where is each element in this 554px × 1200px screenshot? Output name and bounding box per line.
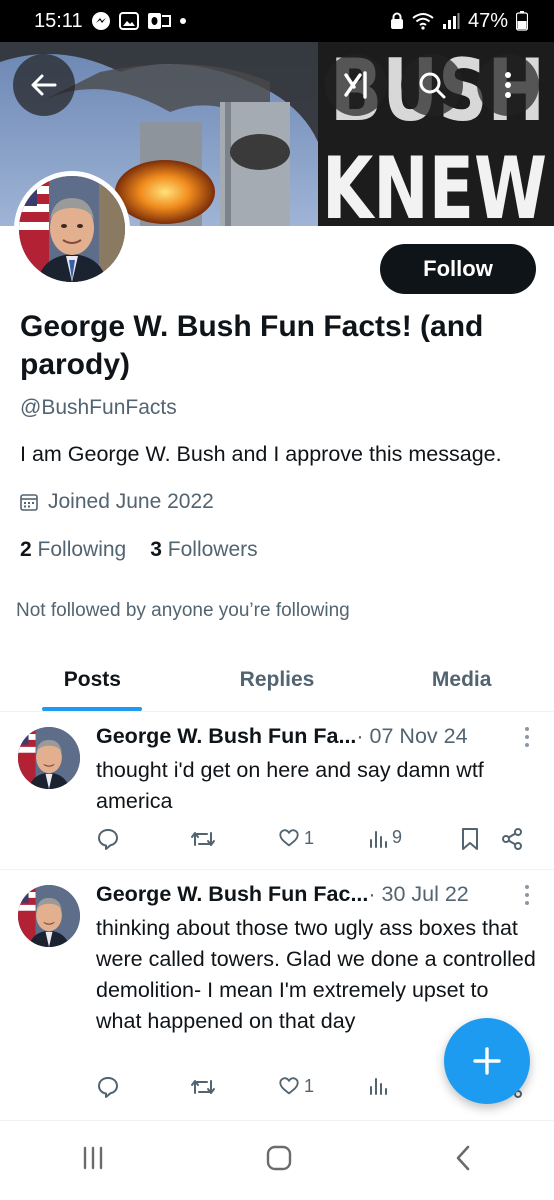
post-avatar-image [18,727,80,789]
profile-bio: I am George W. Bush and I approve this m… [20,442,502,466]
back-chevron-icon [457,1145,470,1171]
repost-button[interactable] [190,827,216,851]
views-icon [370,1078,387,1095]
reply-icon [98,1077,118,1098]
share-button[interactable] [500,827,524,851]
reply-button[interactable] [96,1075,120,1099]
calendar-icon [20,494,38,511]
followers-link[interactable]: 3 Followers [150,538,257,562]
joined-date: Joined June 2022 [20,490,214,514]
recent-apps-icon [83,1146,102,1170]
following-link[interactable]: 2 Following [20,538,126,562]
joined-text: Joined June 2022 [48,490,214,513]
share-icon [502,828,522,850]
battery-percent: 47% [467,9,508,32]
back-arrow-icon [31,74,57,96]
profile-tabs: Posts Replies Media [0,648,554,712]
following-label: Following [37,538,127,561]
like-count: 1 [304,1075,315,1096]
views-button[interactable] [368,1075,392,1095]
post-more-button[interactable] [524,726,530,754]
back-button[interactable] [13,54,75,116]
avatar-image [19,176,125,282]
post-actions: 1 9 [96,827,536,857]
follow-button[interactable]: Follow [380,244,536,294]
more-options-button[interactable] [477,54,539,116]
post-author-name[interactable]: George W. Bush Fun Fac... [96,882,368,907]
post-avatar[interactable] [18,885,80,947]
like-button[interactable]: 1 [278,1075,314,1097]
post-more-button[interactable] [524,884,530,912]
post-item[interactable]: George W. Bush Fun Fa... · 07 Nov 24 tho… [0,712,554,870]
heart-icon [279,1077,299,1095]
post-avatar[interactable] [18,727,80,789]
dot-icon [179,17,187,25]
search-button[interactable] [401,54,463,116]
profile-handle: @BushFunFacts [20,396,177,419]
profile-display-name: George W. Bush Fun Facts! (and parody) [20,310,484,381]
wifi-icon [412,12,434,30]
post-header: George W. Bush Fun Fac... · 30 Jul 22 [96,882,469,907]
messenger-icon [91,11,111,31]
plus-icon [473,1047,501,1075]
post-author-name[interactable]: George W. Bush Fun Fa... [96,724,356,749]
like-count: 1 [304,827,315,848]
gallery-icon [118,11,139,31]
views-icon [370,830,387,848]
tab-media[interactable]: Media [369,648,554,711]
follow-counts: 2 Following 3 Followers [20,538,258,562]
views-count: 9 [392,827,403,847]
repost-icon [191,832,215,846]
followers-count: 3 [150,538,162,561]
reply-button[interactable] [96,827,120,851]
home-icon [266,1145,292,1171]
home-button[interactable] [264,1143,294,1178]
recent-apps-button[interactable] [79,1144,107,1177]
search-icon [419,72,446,99]
post-text: thinking about those two ugly ass boxes … [96,916,536,1033]
followers-label: Followers [167,538,258,561]
system-nav-bar [0,1120,554,1200]
following-count: 2 [20,538,32,561]
bookmark-icon [462,828,478,850]
profile-avatar[interactable] [14,171,130,287]
post-text: thought i'd get on here and say damn wtf… [96,758,484,813]
views-button[interactable]: 9 [368,827,402,848]
more-vertical-icon [525,885,529,905]
repost-button[interactable] [190,1075,216,1099]
like-button[interactable]: 1 [278,827,314,849]
post-date: · 07 Nov 24 [356,724,468,748]
post-avatar-image [18,885,80,947]
grok-icon [344,71,367,99]
signal-icon [442,12,460,30]
more-vertical-icon [505,72,511,98]
post-header: George W. Bush Fun Fa... · 07 Nov 24 [96,724,468,749]
grok-button[interactable] [325,54,387,116]
outlook-icon [147,11,171,31]
battery-icon [516,11,528,31]
lock-icon [390,12,404,30]
tab-replies[interactable]: Replies [185,648,370,711]
reply-icon [98,829,118,850]
repost-icon [191,1080,215,1094]
post-date: · 30 Jul 22 [368,882,469,906]
status-right: 47% [390,10,528,33]
status-left: 15:11 [34,10,187,33]
bookmark-button[interactable] [460,827,480,851]
tab-posts[interactable]: Posts [0,648,185,711]
status-bar: 15:11 47% [0,0,554,42]
status-time: 15:11 [34,9,83,32]
not-followed-text: Not followed by anyone you’re following [16,600,350,621]
system-back-button[interactable] [451,1143,475,1178]
banner-text-line2: KNEW [322,139,547,226]
heart-icon [279,829,299,847]
compose-post-button[interactable] [444,1018,530,1104]
more-vertical-icon [525,727,529,747]
